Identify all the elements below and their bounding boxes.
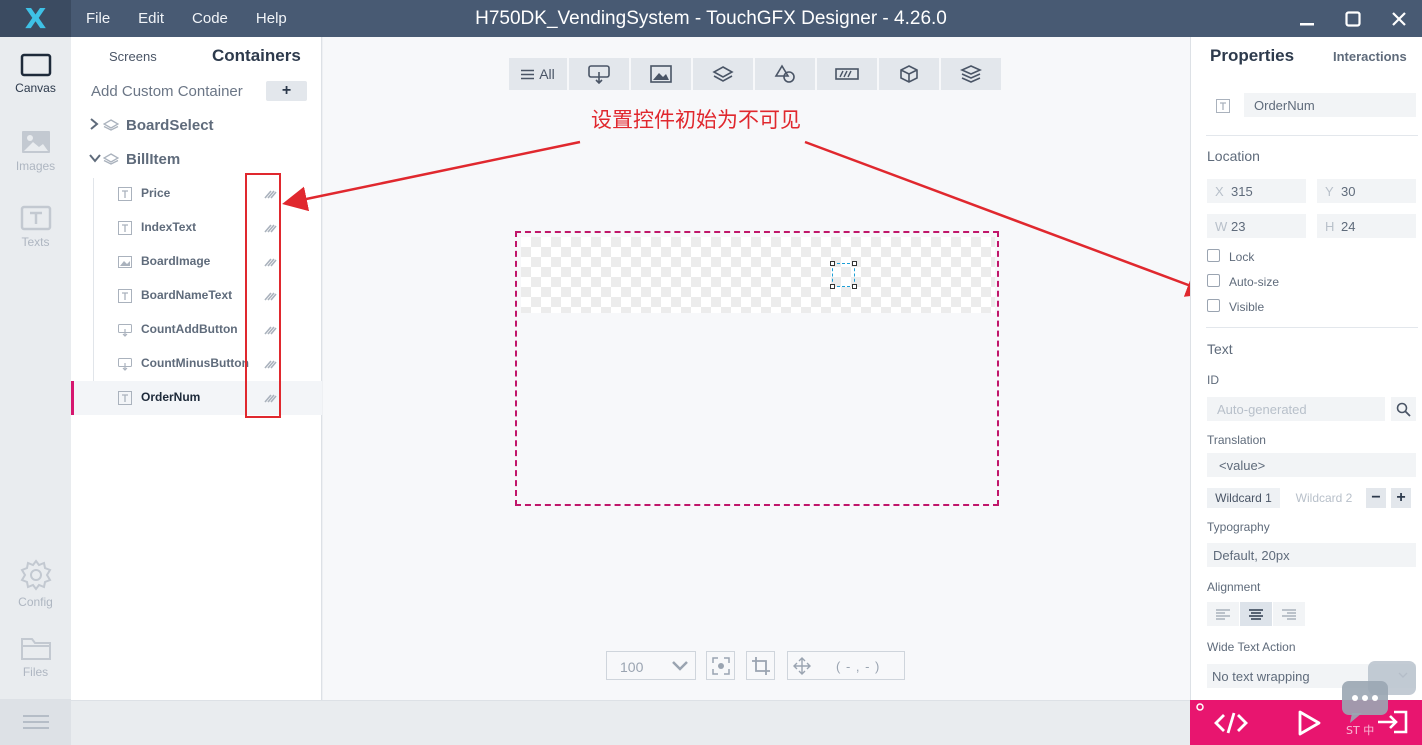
typography-label: Typography <box>1207 520 1270 534</box>
x-label: X <box>1215 184 1224 199</box>
arrow-to-tree <box>282 140 581 212</box>
chat-bubble-icon <box>1342 661 1416 723</box>
play-icon <box>1298 710 1321 736</box>
wide-text-value: No text wrapping <box>1212 669 1310 684</box>
w-label: W <box>1215 219 1228 234</box>
translation-field[interactable]: <value> <box>1207 453 1416 477</box>
location-title: Location <box>1207 148 1260 164</box>
translation-label: Translation <box>1207 433 1266 447</box>
status-bar <box>71 700 1190 745</box>
translation-value: <value> <box>1219 458 1266 473</box>
widget-name-value: OrderNum <box>1254 98 1315 113</box>
run-simulator-button[interactable] <box>1296 710 1322 741</box>
tab-properties[interactable]: Properties <box>1210 46 1294 66</box>
align-center-button[interactable] <box>1240 602 1272 626</box>
lock-label: Lock <box>1229 250 1255 264</box>
id-placeholder: Auto-generated <box>1217 402 1307 417</box>
lock-checkbox[interactable] <box>1207 249 1220 262</box>
align-right-icon <box>1282 608 1296 620</box>
autosize-label: Auto-size <box>1229 275 1280 289</box>
widget-name-field[interactable]: OrderNum <box>1244 93 1416 117</box>
align-left-icon <box>1216 608 1230 620</box>
remove-wildcard-button[interactable]: − <box>1366 488 1386 508</box>
arrow-to-visible <box>804 140 1212 297</box>
wildcard2-tab[interactable]: Wildcard 2 <box>1289 488 1359 508</box>
visible-checkbox[interactable] <box>1207 299 1220 312</box>
search-icon <box>1396 402 1411 417</box>
text-icon <box>1216 99 1230 113</box>
h-label: H <box>1325 219 1335 234</box>
alignment-label: Alignment <box>1207 580 1261 594</box>
w-field[interactable]: W 23 <box>1207 214 1306 238</box>
id-search-button[interactable] <box>1391 397 1416 421</box>
divider <box>1206 135 1418 136</box>
chat-watermark-text: ST 中 <box>1346 724 1375 737</box>
align-right-button[interactable] <box>1273 602 1305 626</box>
y-field[interactable]: Y 30 <box>1317 179 1416 203</box>
id-field[interactable]: Auto-generated <box>1207 397 1385 421</box>
id-label: ID <box>1207 373 1219 387</box>
autosize-checkbox[interactable] <box>1207 274 1220 287</box>
code-icon <box>1214 712 1248 734</box>
tab-interactions[interactable]: Interactions <box>1333 49 1407 64</box>
add-wildcard-button[interactable]: + <box>1391 488 1411 508</box>
h-field[interactable]: H 24 <box>1317 214 1416 238</box>
properties-panel: Properties Interactions OrderNum Locatio… <box>1190 37 1422 700</box>
wide-text-label: Wide Text Action <box>1207 640 1296 654</box>
text-section-title: Text <box>1207 341 1233 357</box>
x-value: 315 <box>1231 184 1253 199</box>
y-label: Y <box>1325 184 1334 199</box>
wildcard1-tab[interactable]: Wildcard 1 <box>1207 488 1280 508</box>
typography-select[interactable]: Default, 20px <box>1207 543 1416 567</box>
x-field[interactable]: X 315 <box>1207 179 1306 203</box>
status-dot-icon <box>1196 703 1204 711</box>
align-center-icon <box>1249 608 1263 620</box>
align-left-button[interactable] <box>1207 602 1239 626</box>
visible-label: Visible <box>1229 300 1265 314</box>
generate-code-button[interactable] <box>1214 710 1248 741</box>
chat-overlay[interactable]: ST 中 <box>1342 661 1418 737</box>
divider <box>1206 327 1418 328</box>
y-value: 30 <box>1341 184 1356 199</box>
w-value: 23 <box>1231 219 1246 234</box>
h-value: 24 <box>1341 219 1356 234</box>
typography-value: Default, 20px <box>1213 548 1290 563</box>
